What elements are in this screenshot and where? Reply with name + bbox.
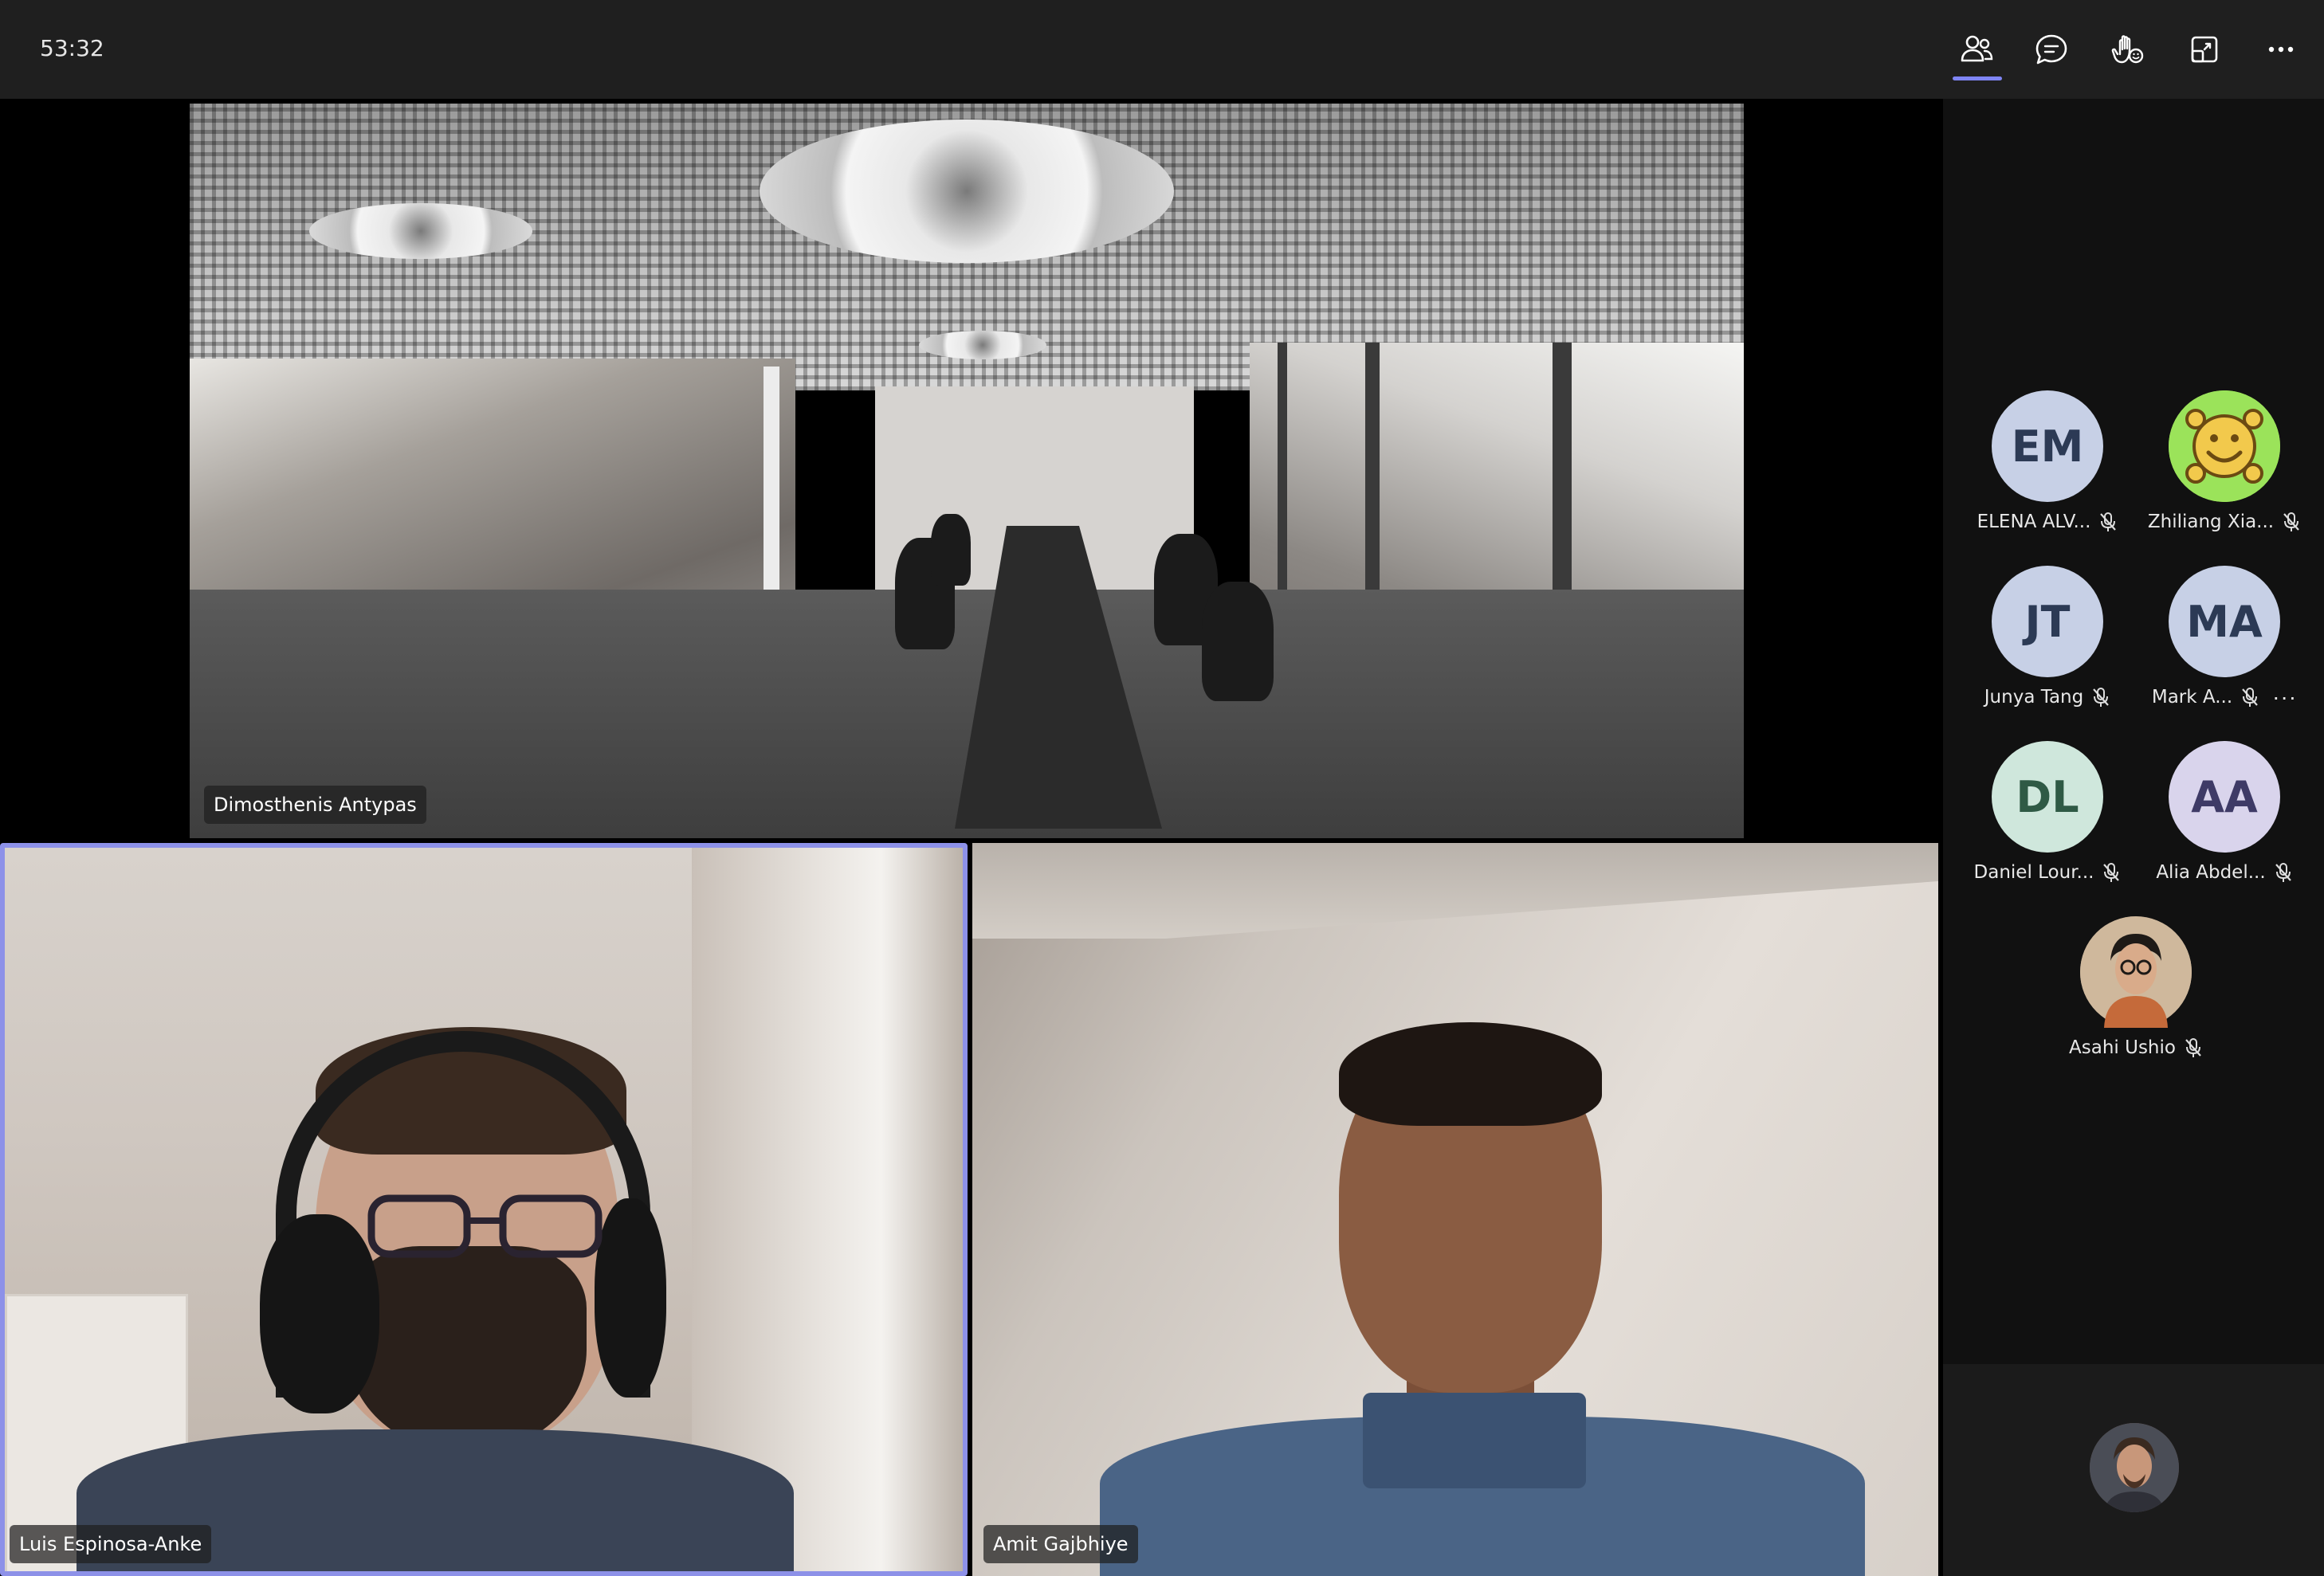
participant-name: Zhiliang Xia... [2147,512,2275,532]
participant-name: Daniel Lour... [1973,862,2094,883]
chat-icon [2035,34,2067,65]
self-view-avatar[interactable] [2090,1423,2179,1512]
user-photo-icon [2080,916,2192,1028]
raise-hand-icon [2111,35,2144,64]
active-tab-indicator [1953,76,2002,80]
mic-muted-icon [2103,863,2120,882]
participant-name: ELENA ALV... [1977,512,2091,532]
more-options-button[interactable] [2255,24,2306,75]
video-tile-dimosthenis[interactable]: Dimosthenis Antypas [0,99,1938,838]
user-photo-icon [2090,1423,2179,1512]
participant-name: Mark A... [2151,687,2233,708]
participant-card[interactable]: Asahi Ushio [2044,916,2228,1058]
mic-muted-icon [2242,688,2258,707]
participant-name-tag: Amit Gajbhiye [983,1525,1138,1563]
video-feed [190,104,1744,838]
smiley-icon [2169,390,2280,502]
participant-card[interactable]: AA Alia Abdel... [2133,741,2316,883]
participant-name-tag: Dimosthenis Antypas [204,786,426,824]
participant-name: Junya Tang [1984,687,2084,708]
participant-card[interactable]: JT Junya Tang [1956,566,2139,708]
participant-more-options[interactable]: ··· [2272,686,2297,708]
people-icon [1961,35,1993,62]
avatar [2169,390,2280,502]
share-tray-icon [2191,36,2218,63]
call-toolbar: 53:32 [0,0,2324,99]
call-timer: 53:32 [40,35,104,61]
more-options-icon [2268,46,2294,53]
participant-card[interactable]: EM ELENA ALV... [1956,390,2139,532]
participant-name-tag: Luis Espinosa-Anke [10,1525,212,1563]
chat-button[interactable] [2026,24,2077,75]
mic-muted-icon [2100,512,2117,531]
participant-card[interactable]: DL Daniel Lour... [1956,741,2139,883]
people-button[interactable] [1951,24,2002,75]
participant-name: Alia Abdel... [2156,862,2266,883]
mic-muted-icon [2275,863,2291,882]
video-tile-luis[interactable]: Luis Espinosa-Anke [0,843,968,1576]
mic-muted-icon [2185,1038,2201,1057]
avatar: EM [1992,390,2103,502]
avatar: AA [2169,741,2280,853]
participant-name: Asahi Ushio [2069,1037,2176,1058]
participant-card[interactable]: MA Mark A... ··· [2133,566,2316,708]
avatar: MA [2169,566,2280,677]
participant-card[interactable]: Zhiliang Xia... [2133,390,2316,532]
reactions-button[interactable] [2102,24,2153,75]
mic-muted-icon [2093,688,2110,707]
avatar: JT [1992,566,2103,677]
avatar [2080,916,2192,1028]
avatar: DL [1992,741,2103,853]
mic-muted-icon [2283,512,2299,531]
share-tray-button[interactable] [2179,24,2230,75]
video-tile-amit[interactable]: Amit Gajbhiye [972,843,1938,1576]
